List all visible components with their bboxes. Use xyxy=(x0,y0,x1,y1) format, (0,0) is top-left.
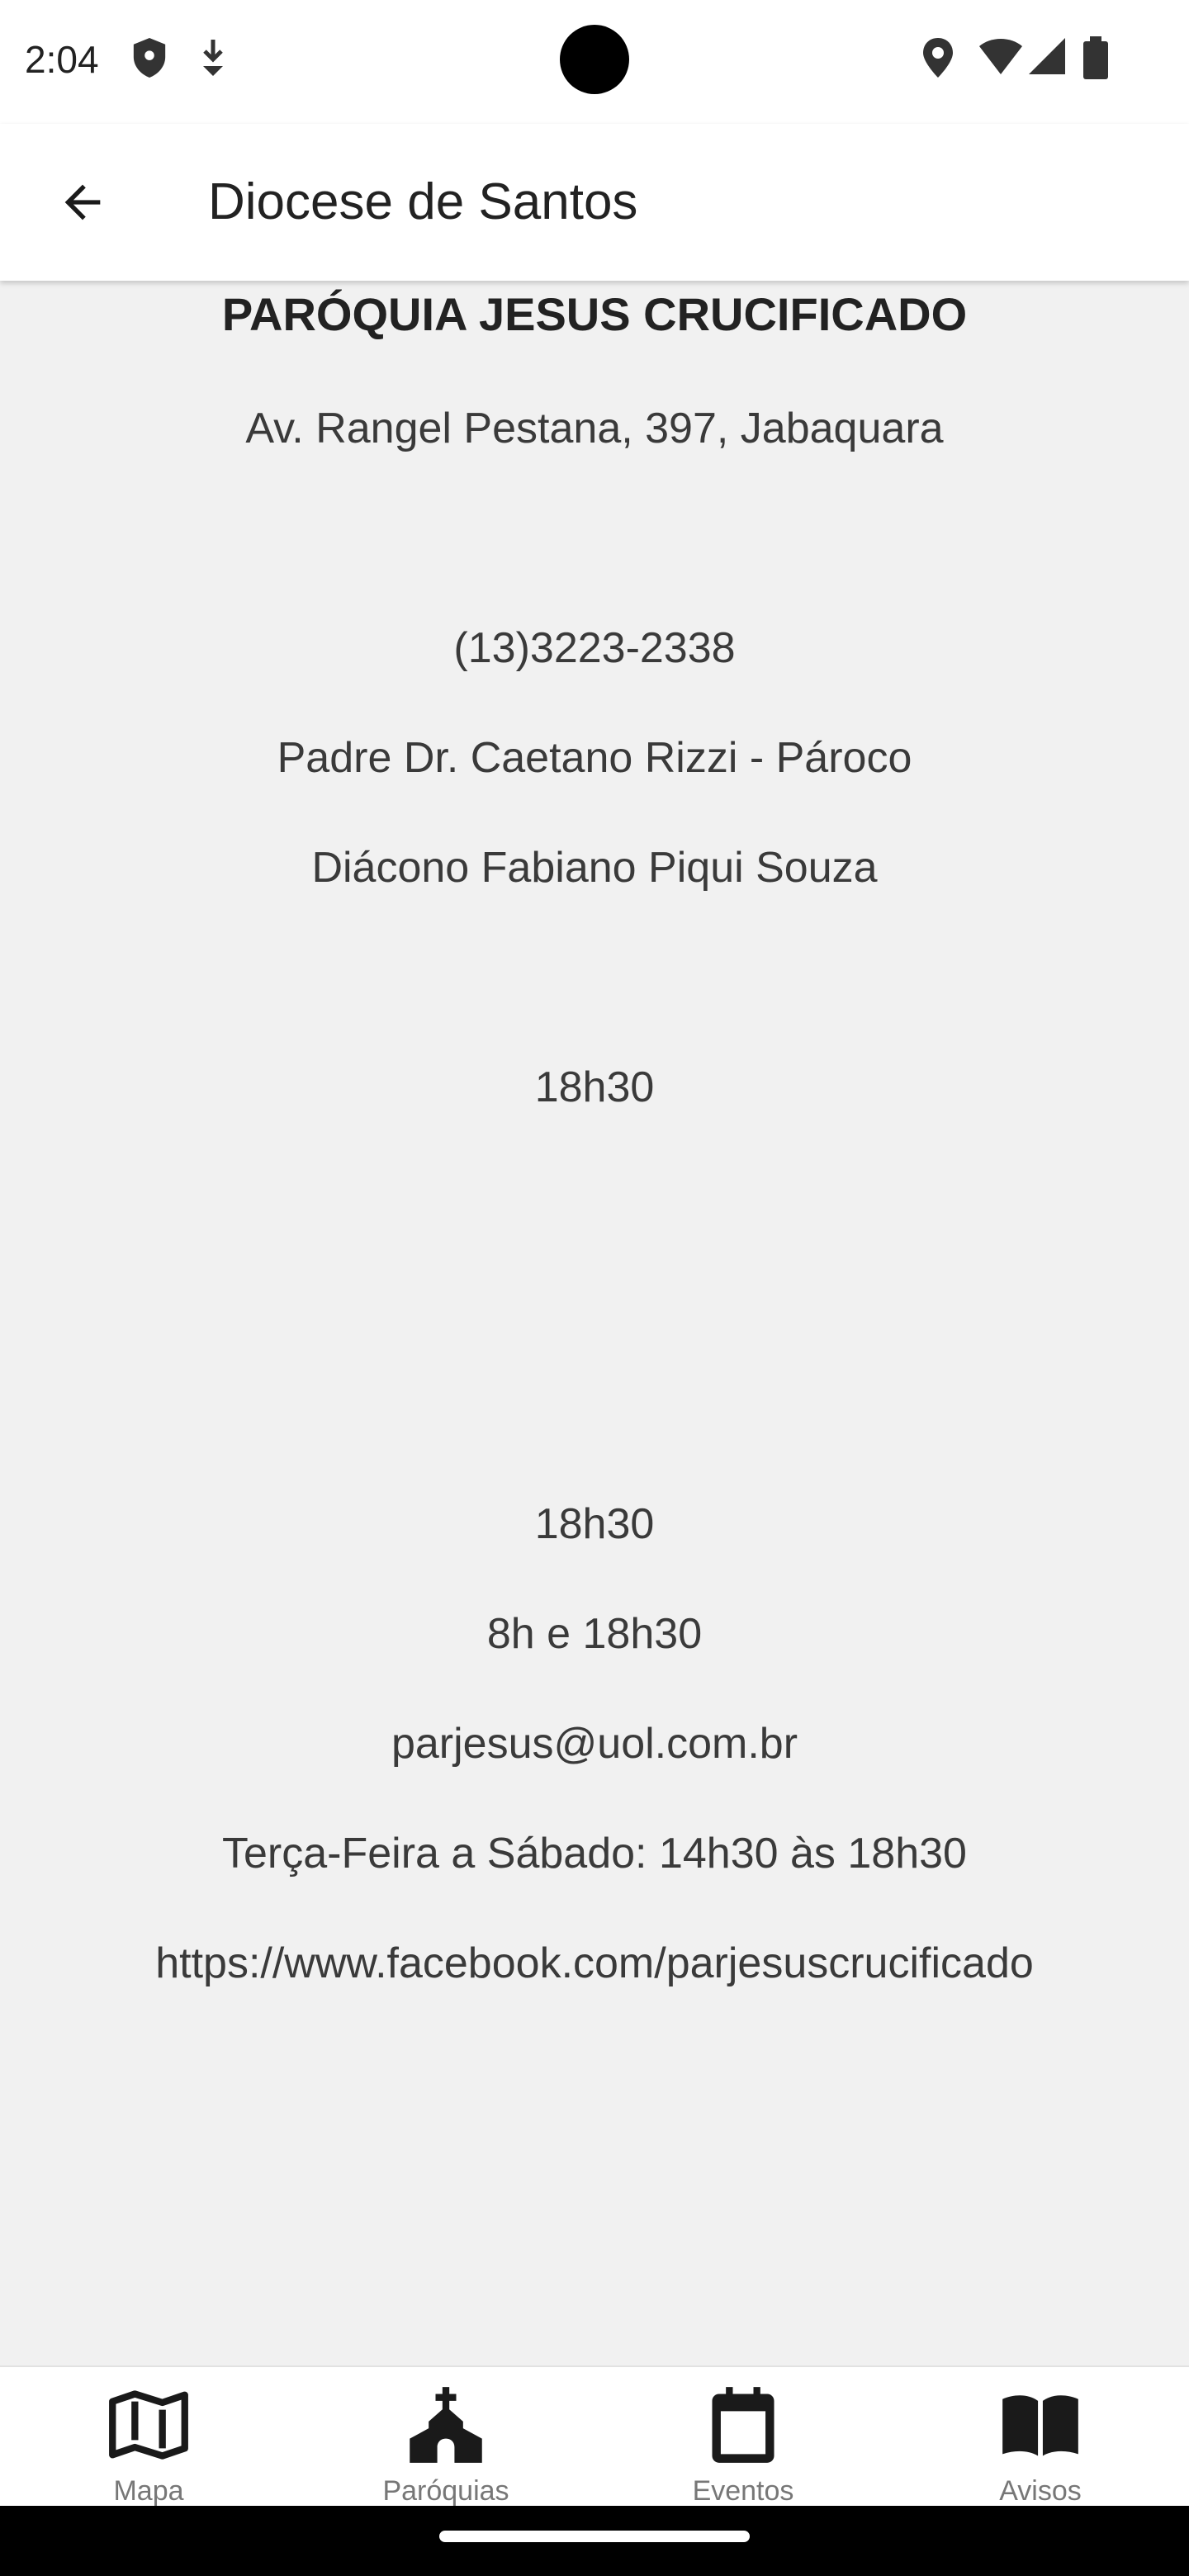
parish-name: PARÓQUIA JESUS CRUCIFICADO xyxy=(221,288,968,340)
status-bar: 2:04 xyxy=(0,0,1189,124)
mass-schedule-1: 18h30 xyxy=(534,1063,655,1111)
page-title: Diocese de Santos xyxy=(208,173,638,230)
parish-phone[interactable]: (13)3223-2338 xyxy=(0,621,1189,675)
app-bar: Diocese de Santos xyxy=(0,124,1189,281)
nav-item-eventos[interactable]: Eventos xyxy=(594,2367,892,2507)
nav-item-paroquias[interactable]: Paróquias xyxy=(297,2367,594,2507)
camera-cutout xyxy=(560,25,629,94)
parish-deacon: Diácono Fabiano Piqui Souza xyxy=(311,844,878,892)
book-icon xyxy=(1002,2395,1078,2456)
arrow-left-icon xyxy=(64,184,101,220)
calendar-icon xyxy=(712,2387,775,2463)
parish-priest: Padre Dr. Caetano Rizzi - Pároco xyxy=(277,734,912,782)
nav-label-eventos: Eventos xyxy=(692,2475,794,2507)
system-nav-bar xyxy=(0,2506,1189,2576)
shield-icon xyxy=(133,38,166,78)
wifi-icon xyxy=(979,39,1022,74)
office-hours: Terça-Feira a Sábado: 14h30 às 18h30 xyxy=(222,1830,967,1878)
status-time: 2:04 xyxy=(25,38,99,81)
church-icon xyxy=(410,2387,482,2463)
bottom-navigation: Mapa Paróquias Eventos Avisos xyxy=(0,2365,1189,2507)
nav-label-paroquias: Paróquias xyxy=(382,2475,509,2507)
nav-item-avisos[interactable]: Avisos xyxy=(892,2367,1189,2507)
battery-icon xyxy=(1083,36,1108,79)
map-icon xyxy=(109,2390,188,2460)
parish-details: PARÓQUIA JESUS CRUCIFICADO Av. Rangel Pe… xyxy=(0,281,1189,2365)
mass-schedule-2: 18h30 xyxy=(534,1500,655,1548)
facebook-link[interactable]: https://www.facebook.com/parjesuscrucifi… xyxy=(0,1936,1189,1991)
nav-label-avisos: Avisos xyxy=(999,2475,1082,2507)
signal-icon xyxy=(1029,38,1065,74)
home-indicator[interactable] xyxy=(439,2531,750,2542)
download-icon xyxy=(203,40,223,76)
parish-address: Av. Rangel Pestana, 397, Jabaquara xyxy=(245,405,944,452)
back-button[interactable] xyxy=(41,161,124,244)
location-icon xyxy=(923,38,953,78)
nav-item-mapa[interactable]: Mapa xyxy=(0,2367,297,2507)
mass-schedule-3: 8h e 18h30 xyxy=(486,1610,703,1658)
parish-email[interactable]: parjesus@uol.com.br xyxy=(0,1717,1189,1771)
nav-label-mapa: Mapa xyxy=(113,2475,184,2507)
